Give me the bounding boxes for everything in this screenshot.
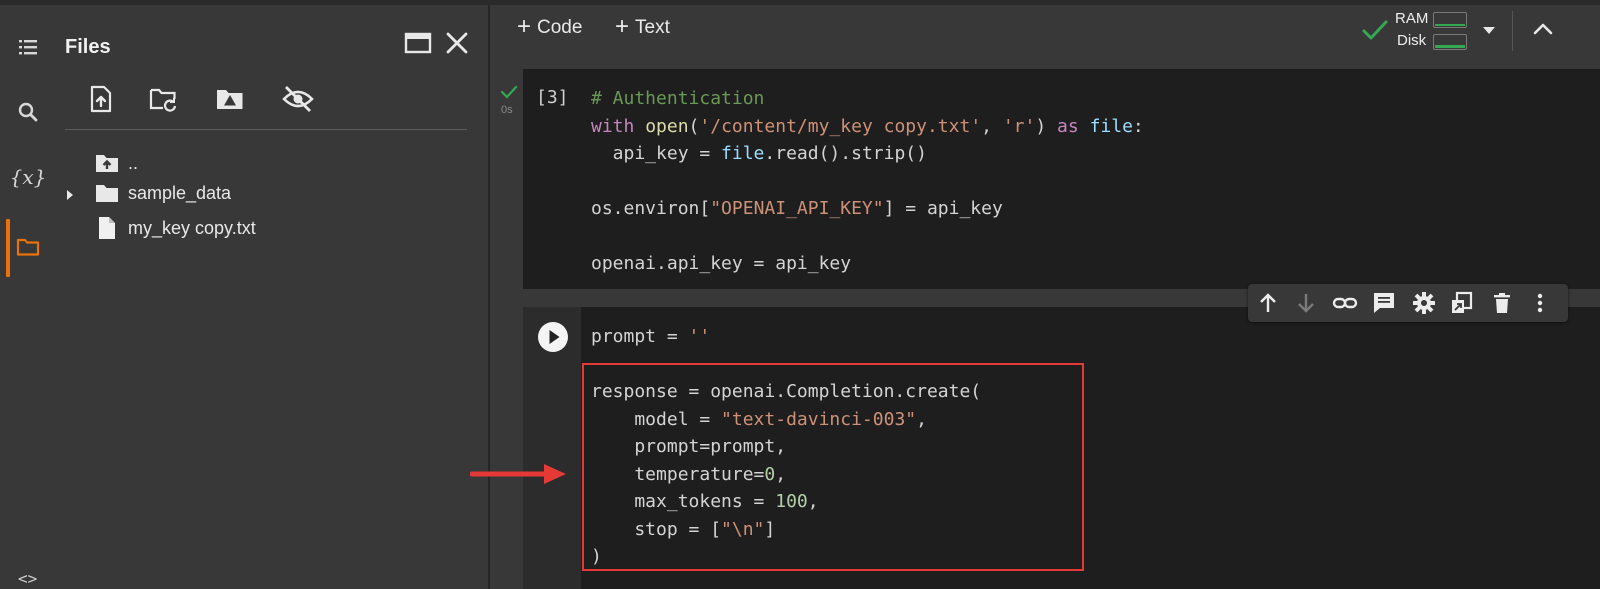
code-line: # Authentication bbox=[591, 85, 1144, 113]
mirror-cell-icon[interactable] bbox=[1450, 291, 1474, 315]
delete-icon[interactable] bbox=[1490, 291, 1514, 315]
link-icon[interactable] bbox=[1332, 291, 1358, 315]
code-token: , bbox=[981, 115, 1003, 137]
table-of-contents-icon[interactable] bbox=[14, 33, 42, 61]
panel-divider bbox=[65, 129, 467, 130]
folder-icon[interactable] bbox=[14, 233, 42, 261]
connected-check-icon[interactable] bbox=[1362, 19, 1388, 41]
tree-item-label: sample_data bbox=[128, 182, 232, 203]
highlight-box bbox=[582, 363, 1084, 571]
tree-item-label: my_key copy.txt bbox=[128, 217, 256, 238]
code-token: openai.api_key = api_key bbox=[591, 253, 852, 274]
code-token: ( bbox=[688, 115, 700, 137]
code-token: '/content/my_key copy.txt' bbox=[699, 115, 982, 137]
disk-meter-fill bbox=[1435, 45, 1465, 48]
code-token: '' bbox=[688, 326, 711, 347]
search-icon[interactable] bbox=[14, 98, 42, 126]
notebook-toolbar: + Code + Text RAM Disk bbox=[490, 5, 1600, 55]
collapse-header-icon[interactable] bbox=[1532, 19, 1554, 39]
comment-icon[interactable] bbox=[1372, 291, 1396, 315]
annotation-arrow-icon bbox=[469, 462, 570, 486]
upload-file-icon[interactable] bbox=[86, 84, 116, 114]
open-in-tab-icon[interactable] bbox=[404, 29, 432, 57]
left-rail: {x} bbox=[0, 5, 56, 589]
code-token: ) bbox=[1035, 115, 1058, 137]
ram-label[interactable]: RAM bbox=[1395, 10, 1428, 27]
folder-up-icon bbox=[94, 150, 120, 176]
code-line: prompt = '' bbox=[591, 323, 981, 351]
code-token: os.environ[ bbox=[591, 198, 711, 219]
move-up-icon[interactable] bbox=[1256, 291, 1280, 315]
code-line: openai.api_key = api_key bbox=[591, 250, 1144, 278]
expand-caret-icon[interactable] bbox=[64, 186, 76, 200]
code-token: api_key = bbox=[591, 143, 722, 164]
variables-icon[interactable]: {x} bbox=[10, 163, 47, 191]
add-code-label: Code bbox=[537, 17, 583, 38]
code-token: # Authentication bbox=[591, 88, 765, 109]
code-token: open bbox=[645, 115, 689, 137]
notebook-area: 0s [3] # Authentication with open('/conte… bbox=[490, 55, 1600, 589]
add-code-button[interactable]: + Code bbox=[517, 12, 583, 40]
disk-meter[interactable] bbox=[1433, 34, 1467, 50]
ram-meter-fill bbox=[1435, 24, 1465, 26]
code-token: "OPENAI_API_KEY" bbox=[710, 198, 884, 219]
code-line: api_key = file.read().strip() bbox=[591, 140, 1144, 168]
code-token: .read().strip() bbox=[764, 143, 927, 164]
variables-glyph: {x} bbox=[9, 165, 47, 189]
code-token: ] = api_key bbox=[883, 198, 1003, 219]
code-token: as bbox=[1057, 115, 1090, 137]
files-panel: Files .. sample_data my_key copy.txt <> bbox=[18, 5, 488, 589]
run-success-icon bbox=[500, 85, 518, 99]
ram-meter[interactable] bbox=[1433, 12, 1467, 28]
plus-icon: + bbox=[615, 12, 630, 40]
chevron-down-icon[interactable] bbox=[1482, 23, 1496, 35]
run-cell-button[interactable] bbox=[537, 321, 569, 353]
tree-item-label: .. bbox=[128, 152, 139, 173]
plus-icon: + bbox=[517, 12, 532, 40]
refresh-icon[interactable] bbox=[148, 84, 178, 114]
code-token: with bbox=[591, 115, 646, 137]
folder-icon bbox=[94, 180, 120, 206]
move-down-icon[interactable] bbox=[1294, 291, 1318, 315]
tree-item-my-key[interactable]: my_key copy.txt bbox=[56, 213, 488, 243]
tree-item-parent[interactable]: .. bbox=[56, 148, 488, 178]
code-line: os.environ["OPENAI_API_KEY"] = api_key bbox=[591, 195, 1144, 223]
more-icon[interactable] bbox=[1528, 291, 1552, 315]
code-token: file bbox=[1089, 115, 1133, 137]
cell-action-toolbar bbox=[1248, 284, 1568, 322]
file-icon bbox=[94, 215, 120, 241]
settings-icon[interactable] bbox=[1412, 291, 1436, 315]
code-token: 'r' bbox=[1002, 115, 1036, 137]
code-snippets-icon[interactable]: <> bbox=[18, 569, 37, 588]
code-token: file bbox=[721, 143, 765, 164]
execution-count: [3] bbox=[536, 87, 569, 108]
tree-item-sample-data[interactable]: sample_data bbox=[56, 178, 488, 208]
code-token: : bbox=[1132, 115, 1144, 137]
close-icon[interactable] bbox=[443, 29, 471, 57]
mount-drive-icon[interactable] bbox=[214, 84, 244, 114]
files-title: Files bbox=[65, 36, 111, 58]
add-text-button[interactable]: + Text bbox=[615, 12, 670, 40]
hide-files-icon[interactable] bbox=[281, 84, 314, 114]
code-token: prompt = bbox=[591, 326, 689, 347]
active-indicator bbox=[6, 219, 10, 277]
add-text-label: Text bbox=[635, 17, 670, 38]
disk-label[interactable]: Disk bbox=[1397, 32, 1426, 49]
code-editor-auth[interactable]: # Authentication with open('/content/my_k… bbox=[591, 85, 1144, 278]
run-duration: 0s bbox=[501, 104, 513, 116]
toolbar-divider bbox=[1512, 11, 1513, 51]
code-line: with open('/content/my_key copy.txt', 'r… bbox=[591, 113, 1144, 141]
